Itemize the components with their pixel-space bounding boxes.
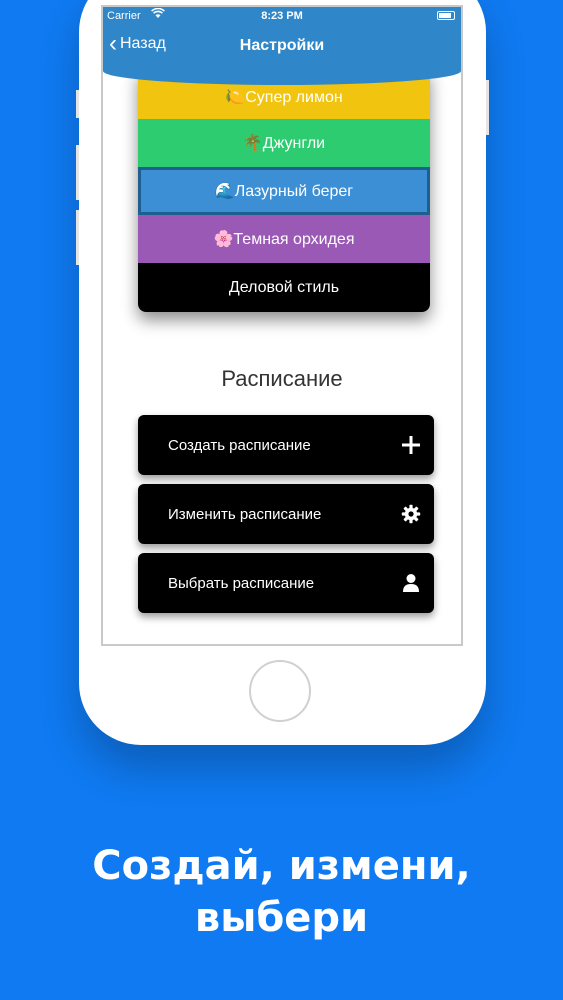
- promo-caption-line1: Создай, измени,: [92, 843, 471, 889]
- phone-volume-down: [76, 210, 79, 265]
- button-label: Изменить расписание: [168, 505, 322, 523]
- theme-label: 🌴Джунгли: [242, 135, 326, 152]
- theme-item-business[interactable]: Деловой стиль: [138, 263, 430, 312]
- promo-caption-line2: выбери: [194, 895, 369, 941]
- navigation-bar: Carrier 8:23 PM ‹ Назад Настройки: [103, 7, 461, 85]
- edit-schedule-button[interactable]: Изменить расписание: [138, 484, 434, 544]
- button-label: Создать расписание: [168, 436, 311, 454]
- user-icon: [400, 572, 422, 594]
- theme-label: 🍋Супер лимон: [225, 89, 343, 106]
- battery-icon: [437, 11, 455, 20]
- theme-item-jungle[interactable]: 🌴Джунгли: [138, 119, 430, 167]
- theme-label: 🌊Лазурный берег: [214, 183, 354, 200]
- theme-item-orchid[interactable]: 🌸Темная орхидея: [138, 215, 430, 263]
- promo-caption: Создай, измени, выбери: [0, 840, 563, 944]
- theme-item-azure[interactable]: 🌊Лазурный берег: [138, 167, 430, 215]
- gear-icon: [400, 503, 422, 525]
- schedule-section-title: Расписание: [221, 366, 343, 391]
- phone-volume-up: [76, 145, 79, 200]
- button-label: Выбрать расписание: [168, 574, 315, 592]
- plus-icon: [400, 434, 422, 456]
- phone-power-button: [486, 80, 489, 135]
- create-schedule-button[interactable]: Создать расписание: [138, 415, 434, 475]
- status-time: 8:23 PM: [261, 10, 303, 22]
- status-bar: Carrier 8:23 PM: [103, 7, 461, 25]
- phone-mute-switch: [76, 90, 79, 118]
- app-screen: Carrier 8:23 PM ‹ Назад Настройки 🍋Супер…: [101, 5, 463, 646]
- theme-list: 🍋Супер лимон 🌴Джунгли 🌊Лазурный берег 🌸Т…: [138, 67, 430, 312]
- theme-label: Деловой стиль: [228, 278, 340, 296]
- page-title: Настройки: [239, 37, 325, 54]
- theme-label: 🌸Темная орхидея: [213, 231, 355, 248]
- home-button[interactable]: [249, 660, 311, 722]
- select-schedule-button[interactable]: Выбрать расписание: [138, 553, 434, 613]
